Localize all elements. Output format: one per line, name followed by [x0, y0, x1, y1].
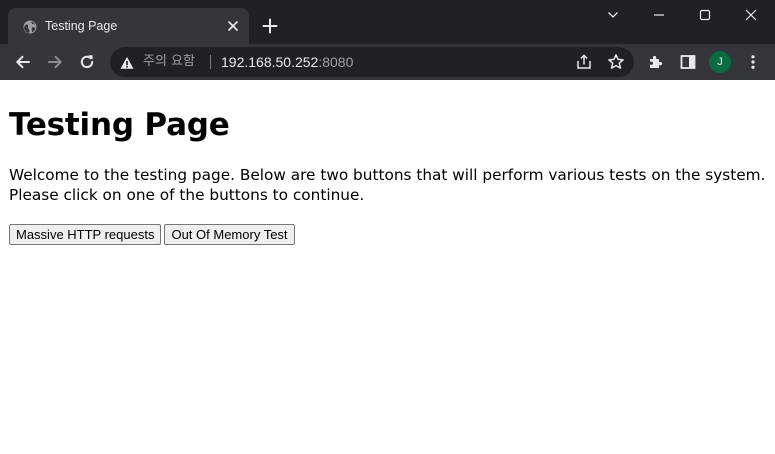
menu-kebab-icon[interactable] [740, 49, 766, 75]
security-label[interactable]: 주의 요함 [143, 54, 195, 70]
browser-toolbar: 주의 요함 192.168.50.252:8080 J [0, 44, 775, 80]
page-content: Testing Page Welcome to the testing page… [0, 80, 775, 454]
maximize-icon[interactable] [682, 0, 728, 30]
globe-icon [23, 19, 37, 34]
profile-avatar[interactable]: J [709, 51, 731, 73]
out-of-memory-test-button[interactable]: Out Of Memory Test [164, 224, 295, 245]
minimize-icon[interactable] [636, 0, 682, 30]
extensions-puzzle-icon[interactable] [643, 49, 669, 75]
tab-testing-page[interactable]: Testing Page [8, 8, 249, 44]
massive-http-requests-button[interactable]: Massive HTTP requests [9, 224, 162, 245]
page-title: Testing Page [9, 107, 230, 143]
close-window-icon[interactable] [728, 0, 774, 30]
address-bar[interactable]: 주의 요함 192.168.50.252:8080 [110, 47, 634, 77]
browser-window: Testing Page 주의 요함 192.168.50.252:8080 J… [0, 0, 775, 454]
url-port: :8080 [318, 54, 354, 70]
security-divider [210, 55, 211, 69]
intro-text: Welcome to the testing page. Below are t… [9, 166, 766, 204]
tab-search-chevron-down-icon[interactable] [590, 0, 636, 30]
warning-triangle-icon[interactable] [120, 55, 134, 69]
forward-arrow-icon[interactable] [42, 49, 68, 75]
url-text[interactable]: 192.168.50.252:8080 [221, 54, 353, 70]
test-button-row: Massive HTTP requests Out Of Memory Test [9, 224, 766, 246]
side-panel-icon[interactable] [675, 49, 701, 75]
new-tab-plus-icon[interactable] [260, 16, 280, 36]
reload-icon[interactable] [74, 49, 100, 75]
bookmark-star-icon[interactable] [606, 52, 626, 72]
url-host: 192.168.50.252 [221, 54, 319, 70]
back-arrow-icon[interactable] [10, 49, 36, 75]
share-icon[interactable] [574, 52, 594, 72]
tab-title: Testing Page [45, 19, 118, 33]
close-tab-icon[interactable] [225, 18, 241, 34]
tab-strip: Testing Page [0, 0, 775, 44]
